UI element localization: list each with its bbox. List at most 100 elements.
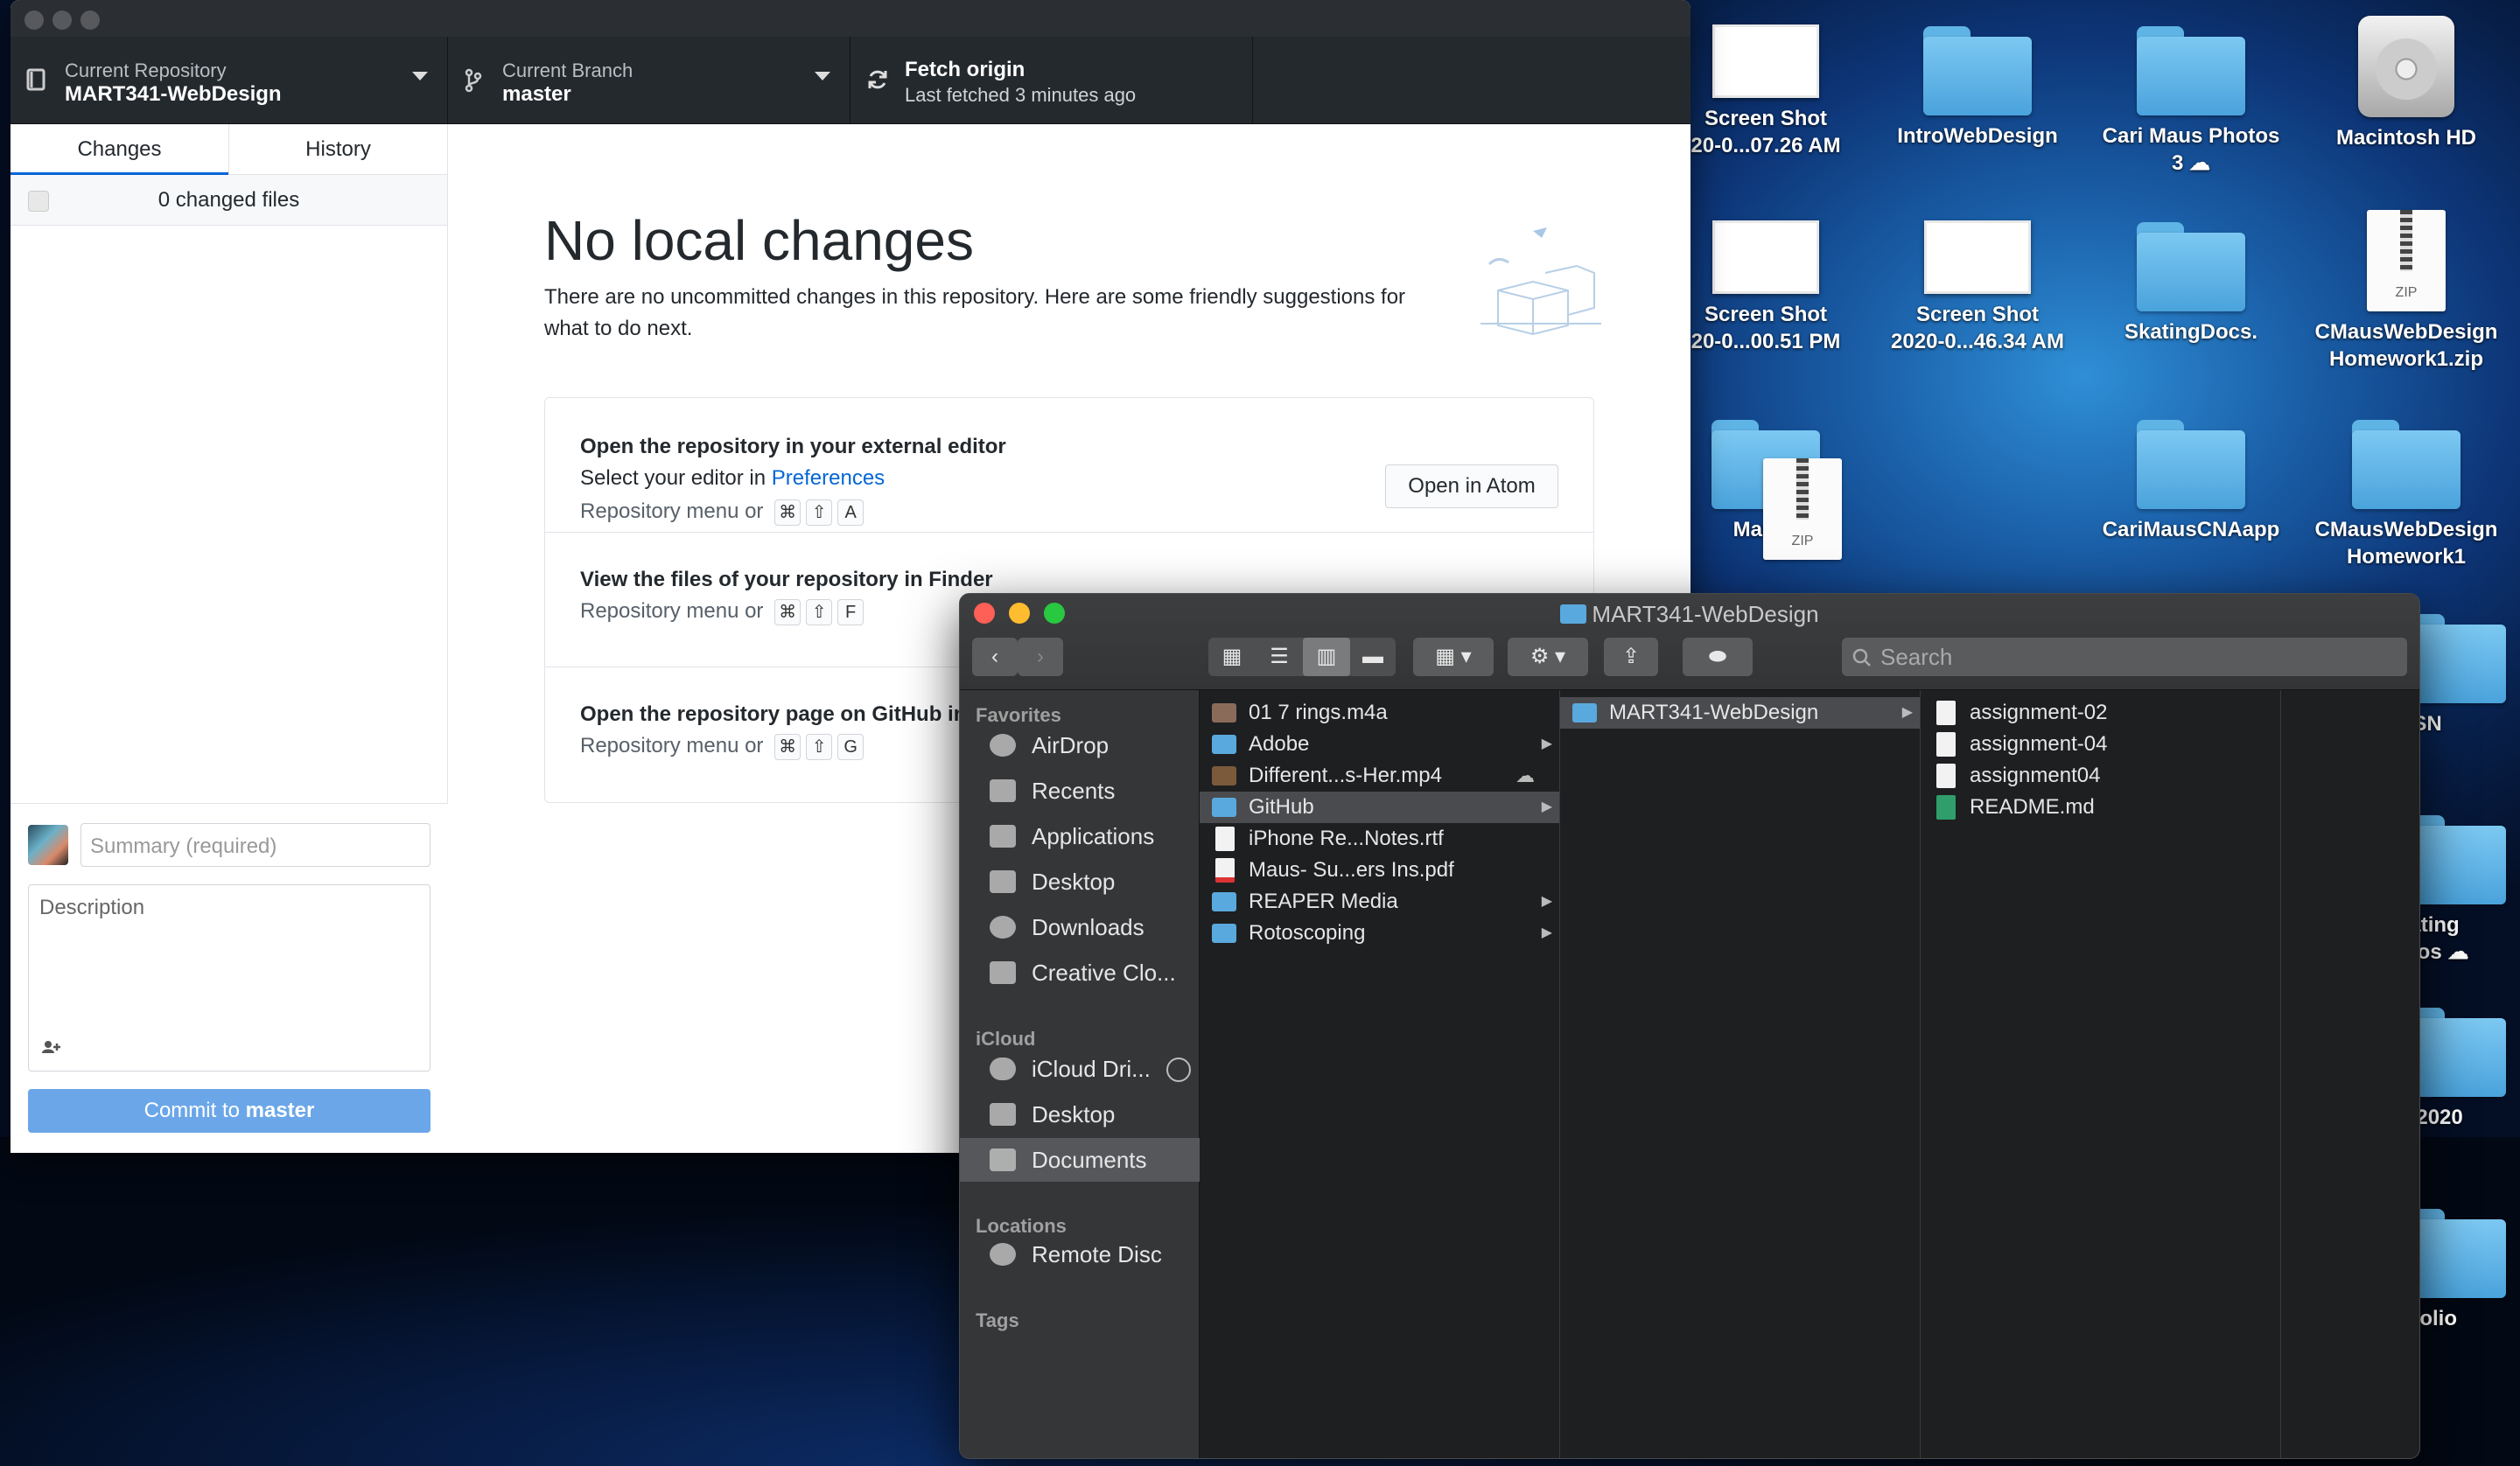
desktop-icon-folder[interactable]: Cari Maus Photos 3 ☁ xyxy=(2077,24,2305,177)
list-view-icon[interactable]: ☰ xyxy=(1256,638,1303,676)
airdrop-icon xyxy=(990,734,1016,757)
list-item[interactable]: MART341-WebDesign ▶ xyxy=(1560,697,1920,729)
toolbar: Current Repository MART341-WebDesign Cur… xyxy=(10,37,1690,124)
desktop-icon-disk[interactable]: Macintosh HD xyxy=(2292,16,2520,151)
close-button[interactable] xyxy=(24,10,44,30)
desktop-icon-zip[interactable]: ZIP CMausWebDesign Homework1.zip xyxy=(2292,210,2520,373)
back-button[interactable]: ‹ xyxy=(972,638,1018,676)
list-item[interactable]: Adobe ▶ xyxy=(1200,729,1559,760)
branch-label: Current Branch xyxy=(502,59,634,81)
minimize-button[interactable] xyxy=(52,10,72,30)
action-gear-button[interactable]: ⚙ ▾ xyxy=(1508,638,1588,676)
sidebar-item-documents[interactable]: Documents xyxy=(960,1138,1200,1182)
desktop-icon-screenshot[interactable]: Screen Shot 2020-0...46.34 AM xyxy=(1864,220,2091,355)
screenshot-thumbnail xyxy=(1712,220,1819,294)
suggestion-title: View the files of your repository in Fin… xyxy=(580,568,993,591)
finder-toolbar[interactable]: MART341-WebDesign ‹ › ▦ ☰ ▥ ▬ ▦ ▾ ⚙ ▾ ⇪ … xyxy=(960,594,2419,690)
window-titlebar[interactable] xyxy=(10,0,1690,37)
forward-button[interactable]: › xyxy=(1018,638,1063,676)
share-icon[interactable]: ⇪ xyxy=(1604,638,1658,676)
commit-button[interactable]: Commit to master xyxy=(28,1089,430,1133)
sidebar-item-recents[interactable]: Recents xyxy=(960,769,1200,813)
disc-icon xyxy=(990,1243,1016,1266)
gallery-view-icon[interactable]: ▬ xyxy=(1350,638,1396,676)
letter-key: A xyxy=(837,499,864,526)
folder-icon xyxy=(2137,220,2245,311)
sidebar-item-remote-disc[interactable]: Remote Disc xyxy=(960,1232,1200,1276)
list-item[interactable]: assignment04 xyxy=(1921,760,2280,792)
file-icon xyxy=(1936,764,1956,788)
shift-key: ⇧ xyxy=(806,499,833,526)
shortcut-hint: Repository menu or ⌘ ⇧ A xyxy=(580,499,864,526)
add-coauthor-icon[interactable] xyxy=(41,1040,60,1058)
zoom-button[interactable] xyxy=(80,10,100,30)
folder-icon xyxy=(1572,703,1597,723)
list-item[interactable]: GitHub ▶ xyxy=(1200,792,1559,823)
sidebar-item-downloads[interactable]: Downloads xyxy=(960,905,1200,949)
progress-icon xyxy=(1166,1058,1191,1082)
list-item[interactable]: assignment-04 xyxy=(1921,729,2280,760)
sync-icon xyxy=(866,68,889,94)
open-in-atom-button[interactable]: Open in Atom xyxy=(1385,464,1558,508)
sidebar-item-icloud-drive[interactable]: iCloud Dri... xyxy=(960,1047,1200,1091)
vid-icon xyxy=(1212,766,1236,785)
list-item[interactable]: Different...s-Her.mp4 ☁ xyxy=(1200,760,1559,792)
preferences-link[interactable]: Preferences xyxy=(772,466,885,490)
finder-column-documents: 01 7 rings.m4a Adobe ▶ Different...s-Her.mp… xyxy=(1200,690,1560,1458)
cloud-download-icon[interactable]: ☁ xyxy=(1516,760,1535,792)
desktop-icon-label: Cari Maus Photos 3 ☁ xyxy=(2102,124,2280,175)
tab-changes[interactable]: Changes xyxy=(10,124,229,175)
sidebar-item-desktop[interactable]: Desktop xyxy=(960,860,1200,904)
list-item[interactable]: Rotoscoping ▶ xyxy=(1200,918,1559,949)
repo-label: Current Repository xyxy=(65,59,227,81)
search-input[interactable]: Search xyxy=(1842,638,2407,676)
desktop-icon-folder[interactable]: CMausWebDesign Homework1 xyxy=(2292,418,2520,570)
commit-prefix: Commit to xyxy=(144,1099,246,1122)
commit-branch: master xyxy=(245,1099,315,1122)
command-key: ⌘ xyxy=(774,599,802,625)
desktop-icon-label: Macintosh HD xyxy=(2335,126,2476,150)
item-name: GitHub xyxy=(1249,795,1314,819)
item-name: Maus- Su...ers Ins.pdf xyxy=(1249,858,1454,882)
list-item[interactable]: 01 7 rings.m4a xyxy=(1200,697,1559,729)
list-item[interactable]: assignment-02 xyxy=(1921,697,2280,729)
desktop-icon-folder[interactable]: SkatingDocs. xyxy=(2077,220,2305,346)
group-by-button[interactable]: ▦ ▾ xyxy=(1413,638,1494,676)
description-textarea[interactable]: Description xyxy=(28,884,430,1072)
screenshot-thumbnail xyxy=(1924,220,2031,294)
finder-sidebar: Favorites AirDrop Recents Applications D… xyxy=(960,690,1200,1458)
current-branch-dropdown[interactable]: Current Branch master xyxy=(448,37,850,123)
list-item[interactable]: iPhone Re...Notes.rtf xyxy=(1200,823,1559,855)
sidebar-item-applications[interactable]: Applications xyxy=(960,814,1200,858)
letter-key: F xyxy=(837,599,864,625)
desktop-icon-folder[interactable]: IntroWebDesign xyxy=(1864,24,2091,150)
desktop-icon-zip[interactable]: ZIP xyxy=(1741,458,1864,567)
letter-key: G xyxy=(837,734,864,760)
item-name: Rotoscoping xyxy=(1249,921,1366,945)
tag-icon[interactable]: ⬬ xyxy=(1683,638,1753,676)
img-icon xyxy=(1212,703,1236,723)
sidebar-item-creative-cloud[interactable]: Creative Clo... xyxy=(960,951,1200,995)
icon-view-icon[interactable]: ▦ xyxy=(1208,638,1256,676)
command-key: ⌘ xyxy=(774,499,802,526)
tab-history[interactable]: History xyxy=(229,124,447,174)
view-mode-group: ▦ ☰ ▥ ▬ xyxy=(1208,638,1396,676)
disclosure-arrow-icon: ▶ xyxy=(1541,925,1552,940)
sidebar-item-airdrop[interactable]: AirDrop xyxy=(960,723,1200,767)
list-item[interactable]: Maus- Su...ers Ins.pdf xyxy=(1200,855,1559,886)
sidebar-item-icloud-desktop[interactable]: Desktop xyxy=(960,1093,1200,1136)
summary-input[interactable]: Summary (required) xyxy=(80,823,430,867)
folder-icon xyxy=(990,961,1016,984)
folder-icon xyxy=(1212,892,1236,911)
finder-column-empty xyxy=(2281,690,2419,1458)
list-item[interactable]: README.md xyxy=(1921,792,2280,823)
current-repository-dropdown[interactable]: Current Repository MART341-WebDesign xyxy=(10,37,448,123)
folder-icon xyxy=(1923,24,2032,115)
disclosure-arrow-icon: ▶ xyxy=(1541,894,1552,909)
zip-icon: ZIP xyxy=(2367,210,2446,311)
desktop-icon-folder[interactable]: CariMausCNAapp xyxy=(2077,418,2305,543)
fetch-origin-button[interactable]: Fetch origin Last fetched 3 minutes ago xyxy=(850,37,1253,123)
select-all-checkbox[interactable] xyxy=(28,191,49,212)
column-view-icon[interactable]: ▥ xyxy=(1303,638,1350,676)
list-item[interactable]: REAPER Media ▶ xyxy=(1200,886,1559,918)
